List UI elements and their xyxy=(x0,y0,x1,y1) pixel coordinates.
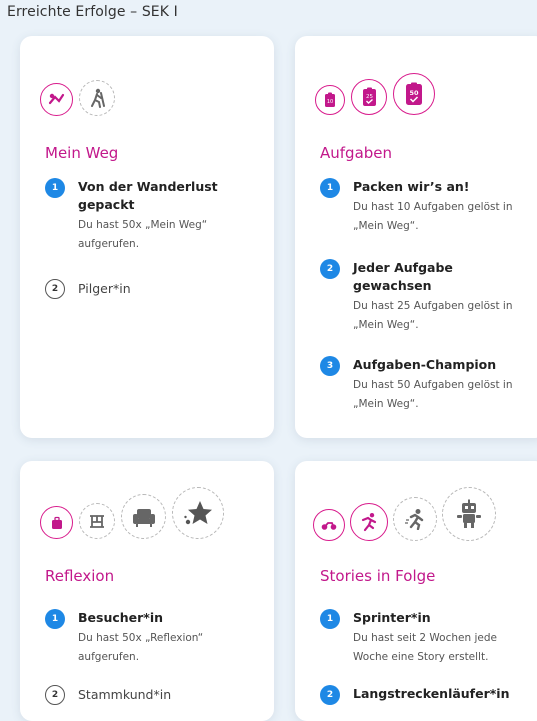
achievement-item: 1 Besucher*in Du hast 50x „Reflexion“ au… xyxy=(45,609,262,667)
armchair-icon xyxy=(121,494,166,539)
level-badge: 2 xyxy=(45,685,65,705)
achievement-item: 2 Stammkund*in xyxy=(45,685,262,705)
route-icon xyxy=(40,83,73,116)
achievement-title: Von der Wanderlust gepackt xyxy=(78,179,218,212)
svg-text:10: 10 xyxy=(327,99,333,105)
achievement-item: 1 Sprinter*in Du hast seit 2 Wochen jede… xyxy=(320,609,535,667)
card-title: Aufgaben xyxy=(320,144,393,162)
level-badge: 2 xyxy=(320,685,340,705)
card-title: Reflexion xyxy=(45,567,115,585)
page-heading: Erreichte Erfolge – SEK I xyxy=(7,4,178,20)
sprinter-icon xyxy=(350,503,388,541)
achievement-description: Du hast 25 Aufgaben gelöst in „Mein Weg“… xyxy=(353,300,513,331)
level-badge: 2 xyxy=(45,279,65,299)
svg-text:25: 25 xyxy=(366,94,373,100)
achievement-card-reflexion: Reflexion 1 Besucher*in Du hast 50x „Ref… xyxy=(20,461,274,721)
badge-row xyxy=(313,487,496,541)
level-badge: 3 xyxy=(320,356,340,376)
achievement-title: Langstreckenläufer*in xyxy=(353,686,510,701)
achievement-title: Aufgaben-Champion xyxy=(353,357,497,372)
achievement-title: Pilger*in xyxy=(78,281,131,296)
level-badge: 1 xyxy=(45,178,65,198)
achievement-title: Stammkund*in xyxy=(78,687,172,702)
achievement-card-stories: Stories in Folge 1 Sprinter*in Du hast s… xyxy=(295,461,537,721)
hiker-icon xyxy=(79,80,115,116)
achievement-title: Besucher*in xyxy=(78,610,164,625)
achievement-item: 2 Langstreckenläufer*in xyxy=(320,685,535,705)
suitcase-icon xyxy=(40,506,73,539)
level-badge: 1 xyxy=(320,178,340,198)
achievement-title: Sprinter*in xyxy=(353,610,431,625)
card-title: Stories in Folge xyxy=(320,567,436,585)
achievement-description: Du hast 10 Aufgaben gelöst in „Mein Weg“… xyxy=(353,201,513,232)
badge-row: 10 25 50 xyxy=(315,73,435,115)
level-badge: 1 xyxy=(320,609,340,629)
achievement-title: Packen wir’s an! xyxy=(353,179,470,194)
badge-row xyxy=(40,80,115,116)
achievement-item: 2 Jeder Aufgabe gewachsen Du hast 25 Auf… xyxy=(320,259,535,335)
achievement-item: 1 Von der Wanderlust gepackt Du hast 50x… xyxy=(45,178,262,254)
achievement-title: Jeder Aufgabe gewachsen xyxy=(353,260,453,293)
runner-icon xyxy=(393,497,437,541)
motorbike-icon xyxy=(313,509,345,541)
achievement-description: Du hast 50x „Reflexion“ aufgerufen. xyxy=(78,632,204,663)
clipboard-10-icon: 10 xyxy=(315,85,345,115)
achievement-item: 3 Aufgaben-Champion Du hast 50 Aufgaben … xyxy=(320,356,535,414)
robot-icon xyxy=(442,487,496,541)
hotel-bed-icon xyxy=(79,503,115,539)
level-badge: 2 xyxy=(320,259,340,279)
svg-text:50: 50 xyxy=(409,89,419,97)
clipboard-25-icon: 25 xyxy=(351,79,387,115)
badge-row xyxy=(40,487,224,539)
card-title: Mein Weg xyxy=(45,144,119,162)
clipboard-50-icon: 50 xyxy=(393,73,435,115)
achievement-item: 1 Packen wir’s an! Du hast 10 Aufgaben g… xyxy=(320,178,535,236)
achievement-description: Du hast seit 2 Wochen jede Woche eine St… xyxy=(353,632,497,663)
star-icon xyxy=(172,487,224,539)
achievement-card-aufgaben: 10 25 50 Aufgaben 1 Packen wir’s an! Du … xyxy=(295,36,537,438)
achievement-description: Du hast 50x „Mein Weg“ aufgerufen. xyxy=(78,219,208,250)
achievement-description: Du hast 50 Aufgaben gelöst in „Mein Weg“… xyxy=(353,379,513,410)
achievement-card-mein-weg: Mein Weg 1 Von der Wanderlust gepackt Du… xyxy=(20,36,274,438)
level-badge: 1 xyxy=(45,609,65,629)
achievement-item: 2 Pilger*in xyxy=(45,279,262,299)
